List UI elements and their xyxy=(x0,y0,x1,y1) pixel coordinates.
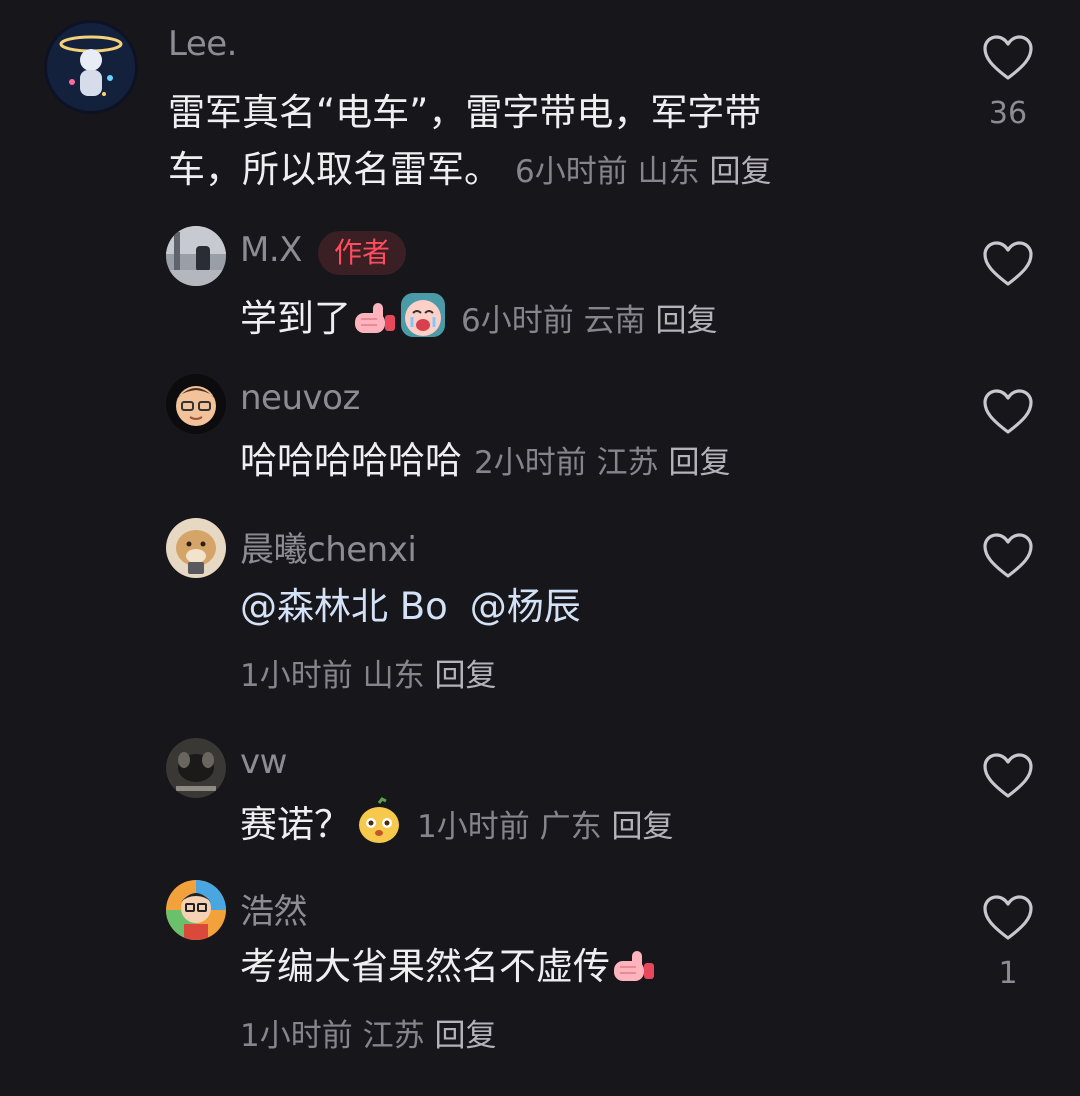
comment-text-line: 车，所以取名雷军。 xyxy=(168,148,501,191)
comment-time: 6小时前 xyxy=(461,303,574,339)
heart-outline-icon xyxy=(983,35,1033,80)
comment-location: 山东 xyxy=(637,154,700,190)
comment-meta: 1小时前 江苏 回复 xyxy=(240,1010,496,1055)
like-button[interactable] xyxy=(982,388,1034,436)
reply-button[interactable]: 回复 xyxy=(611,809,673,845)
avatar[interactable] xyxy=(44,20,138,114)
like-button[interactable] xyxy=(982,532,1034,580)
reply-button[interactable]: 回复 xyxy=(709,154,771,190)
username[interactable]: Lee. xyxy=(168,24,238,64)
like-button[interactable] xyxy=(982,894,1034,942)
thumbs-up-emoji xyxy=(610,946,658,1003)
comment-meta: 1小时前 山东 回复 xyxy=(240,650,496,695)
comment-text-line: 车，所以取名雷军。 6小时前 山东 回复 xyxy=(168,141,771,201)
heart-outline-icon xyxy=(983,389,1033,434)
comment-location: 云南 xyxy=(583,303,646,339)
like-count: 36 xyxy=(988,96,1028,131)
like-button[interactable] xyxy=(982,752,1034,800)
reply-button[interactable]: 回复 xyxy=(434,1018,496,1054)
avatar[interactable] xyxy=(166,374,226,434)
heart-outline-icon xyxy=(983,241,1033,286)
username[interactable]: vw xyxy=(240,742,287,782)
heart-outline-icon xyxy=(983,753,1033,798)
comment-time: 1小时前 xyxy=(240,1018,353,1054)
avatar[interactable] xyxy=(166,518,226,578)
username[interactable]: M.X xyxy=(240,230,302,270)
avatar[interactable] xyxy=(166,880,226,940)
comment-text: 学到了 6小时前 云南 回复 xyxy=(240,290,717,355)
reply-button[interactable]: 回复 xyxy=(434,658,496,694)
comment-text: 考编大省果然名不虚传 xyxy=(240,938,658,1003)
username[interactable]: neuvoz xyxy=(240,378,360,418)
username[interactable]: 浩然 xyxy=(240,884,308,933)
like-button[interactable] xyxy=(982,34,1034,82)
comment-time: 1小时前 xyxy=(417,809,530,845)
mention-link[interactable]: @森林北 Bo xyxy=(240,585,448,628)
avatar[interactable] xyxy=(166,738,226,798)
thumbs-up-emoji xyxy=(351,298,399,355)
heart-outline-icon xyxy=(983,533,1033,578)
reply-button[interactable]: 回复 xyxy=(668,445,730,481)
pear-mascot-emoji xyxy=(355,797,403,861)
crying-face-emoji xyxy=(399,291,447,355)
comment-text: 雷军真名“电车”，雷字带电，军字带 车，所以取名雷军。 6小时前 山东 回复 xyxy=(168,84,771,201)
comment-location: 广东 xyxy=(539,809,602,845)
like-count: 1 xyxy=(998,956,1018,991)
comment-text: 赛诺？ 1小时前 广东 回复 xyxy=(240,796,673,861)
comment-text: @森林北 Bo @杨辰 xyxy=(240,578,581,635)
comment-time: 6小时前 xyxy=(515,154,628,190)
comment-time: 2小时前 xyxy=(474,445,587,481)
mention-link[interactable]: @杨辰 xyxy=(470,585,581,628)
comment-location: 江苏 xyxy=(362,1018,425,1054)
reply-button[interactable]: 回复 xyxy=(655,303,717,339)
comment-location: 山东 xyxy=(362,658,425,694)
comment-text-content: 学到了 xyxy=(240,297,351,340)
like-button[interactable] xyxy=(982,240,1034,288)
comment-text: 哈哈哈哈哈哈 2小时前 江苏 回复 xyxy=(240,432,730,492)
heart-outline-icon xyxy=(983,895,1033,940)
comment-text-line: 雷军真名“电车”，雷字带电，军字带 xyxy=(168,91,762,134)
comment-text-content: 哈哈哈哈哈哈 xyxy=(240,439,462,482)
comment-text-content: 考编大省果然名不虚传 xyxy=(240,945,610,988)
comment-time: 1小时前 xyxy=(240,658,353,694)
comment-location: 江苏 xyxy=(596,445,659,481)
author-badge: 作者 xyxy=(318,231,407,275)
avatar[interactable] xyxy=(166,226,226,286)
comment-text-content: 赛诺？ xyxy=(240,803,351,846)
username[interactable]: 晨曦chenxi xyxy=(240,522,417,571)
